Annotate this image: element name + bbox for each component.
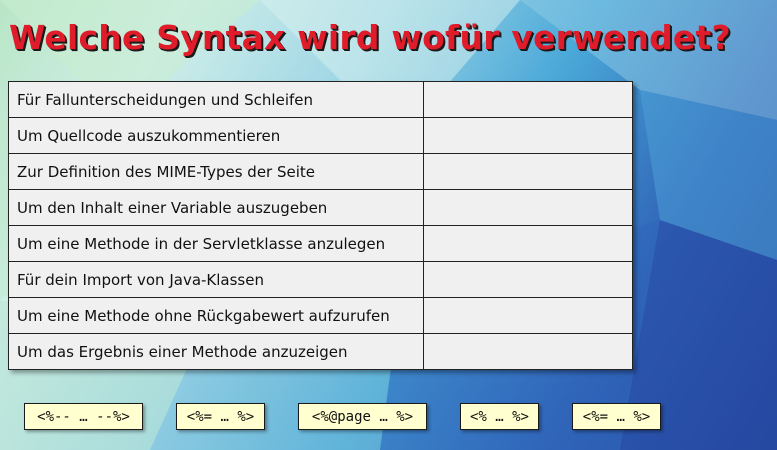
task-label: Für dein Import von Java-Klassen [8,261,424,298]
table-row: Für Fallunterscheidungen und Schleifen [8,81,633,118]
syntax-chip-comment[interactable]: <%-- … --%> [24,403,143,430]
answer-drop-slot[interactable] [423,225,633,262]
table-row: Um den Inhalt einer Variable auszugeben [8,189,633,226]
answer-drop-slot[interactable] [423,117,633,154]
table-row: Zur Definition des MIME-Types der Seite [8,153,633,190]
answer-drop-slot[interactable] [423,297,633,334]
answer-drop-slot[interactable] [423,189,633,226]
task-label: Zur Definition des MIME-Types der Seite [8,153,424,190]
syntax-chip-expression[interactable]: <%= … %> [176,403,265,430]
table-row: Um eine Methode in der Servletklasse anz… [8,225,633,262]
syntax-chip-page-directive[interactable]: <%@page … %> [298,403,427,430]
task-label: Für Fallunterscheidungen und Schleifen [8,81,424,118]
answer-drop-slot[interactable] [423,153,633,190]
page-title: Welche Syntax wird wofür verwendet? [9,18,731,57]
answer-drop-slot[interactable] [423,333,633,370]
table-row: Für dein Import von Java-Klassen [8,261,633,298]
table-row: Um das Ergebnis einer Methode anzuzeigen [8,333,633,370]
answer-drop-slot[interactable] [423,261,633,298]
task-label: Um das Ergebnis einer Methode anzuzeigen [8,333,424,370]
task-label: Um eine Methode ohne Rückgabewert aufzur… [8,297,424,334]
answer-drop-slot[interactable] [423,81,633,118]
syntax-chip-expression-2[interactable]: <%= … %> [572,403,661,430]
syntax-chip-scriptlet[interactable]: <% … %> [460,403,539,430]
table-row: Um eine Methode ohne Rückgabewert aufzur… [8,297,633,334]
assignment-table: Für Fallunterscheidungen und Schleifen Um… [8,81,633,370]
task-label: Um den Inhalt einer Variable auszugeben [8,189,424,226]
task-label: Um Quellcode auszukommentieren [8,117,424,154]
task-label: Um eine Methode in der Servletklasse anz… [8,225,424,262]
table-row: Um Quellcode auszukommentieren [8,117,633,154]
